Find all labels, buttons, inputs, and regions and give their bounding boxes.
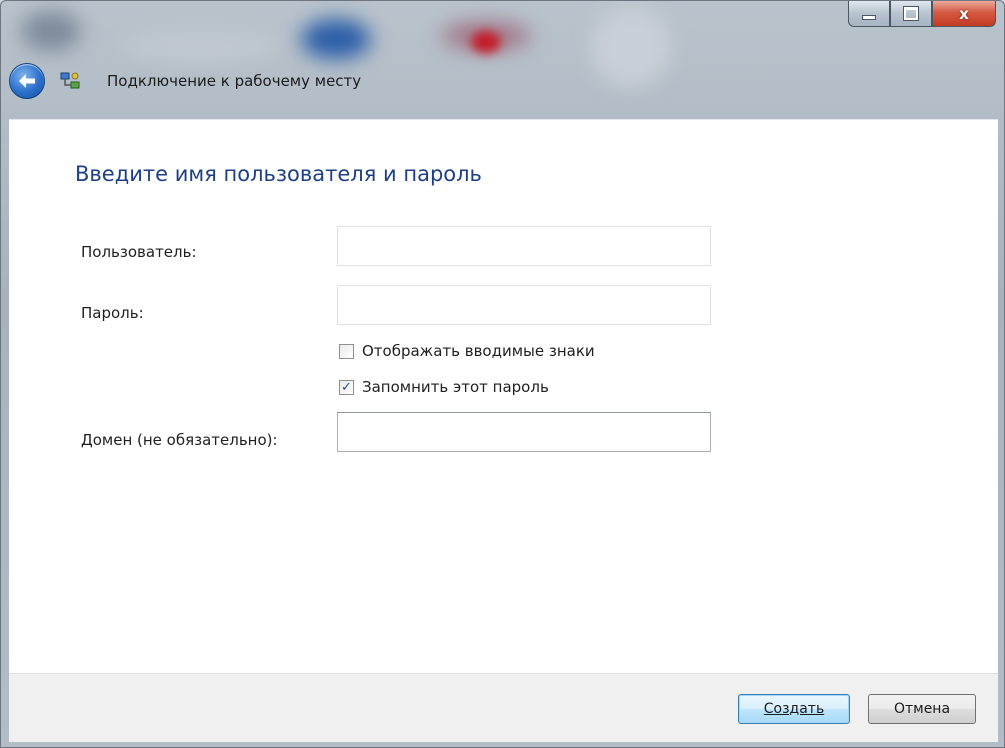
maximize-icon: [904, 7, 918, 20]
aero-background-blur: [21, 11, 81, 51]
minimize-icon: [863, 16, 875, 19]
create-button-label: Создать: [763, 701, 825, 717]
domain-label: Домен (не обязательно):: [81, 431, 278, 449]
password-input[interactable]: [337, 285, 711, 325]
create-button[interactable]: Создать: [738, 694, 850, 724]
network-connection-icon: [60, 72, 80, 89]
show-chars-label: Отображать вводимые знаки: [362, 342, 595, 360]
password-label: Пароль:: [81, 304, 144, 322]
maximize-button[interactable]: [890, 1, 932, 27]
window-title: Подключение к рабочему месту: [107, 72, 362, 90]
back-arrow-icon: [19, 74, 35, 88]
dialog-footer: Создать Отмена: [9, 673, 998, 742]
remember-password-option[interactable]: ✓ Запомнить этот пароль: [339, 378, 549, 396]
show-chars-checkbox[interactable]: [339, 343, 354, 359]
checkmark-icon: ✓: [341, 379, 352, 395]
show-chars-option[interactable]: Отображать вводимые знаки: [339, 342, 595, 360]
domain-input[interactable]: [337, 412, 711, 452]
aero-background-blur: [591, 7, 671, 87]
remember-password-label: Запомнить этот пароль: [362, 378, 549, 396]
dialog-window: x Подключение к рабочему месту Введите и…: [0, 0, 1005, 748]
dialog-content: Введите имя пользователя и пароль Пользо…: [9, 119, 998, 674]
close-button[interactable]: x: [932, 1, 996, 27]
back-button[interactable]: [9, 63, 45, 99]
aero-background-blur: [471, 31, 501, 53]
instruction-heading: Введите имя пользователя и пароль: [75, 162, 482, 186]
aero-background-blur: [121, 31, 281, 61]
cancel-button[interactable]: Отмена: [868, 694, 976, 724]
user-label: Пользователь:: [81, 243, 197, 261]
close-icon: x: [959, 4, 969, 23]
remember-password-checkbox[interactable]: ✓: [339, 379, 354, 395]
cancel-button-label: Отмена: [893, 701, 951, 717]
caption-buttons: x: [848, 1, 996, 31]
title-bar: Подключение к рабочему месту: [9, 63, 361, 99]
aero-background-blur: [301, 19, 371, 59]
minimize-button[interactable]: [848, 1, 890, 27]
user-input[interactable]: [337, 226, 711, 266]
